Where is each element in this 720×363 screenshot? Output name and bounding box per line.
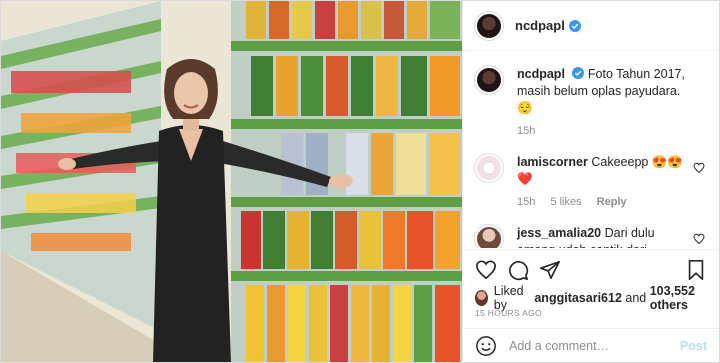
comment-like-heart-icon[interactable] — [693, 233, 705, 245]
comment-username[interactable]: jess_amalia20 — [517, 226, 601, 240]
caption-username[interactable]: ncdpapl — [517, 67, 565, 81]
comment-username[interactable]: lamiscorner — [517, 155, 588, 169]
liker-avatar[interactable] — [475, 290, 488, 306]
caption-avatar[interactable] — [475, 66, 503, 94]
reply-button[interactable]: Reply — [597, 196, 627, 208]
comment-time[interactable]: 15h — [517, 196, 535, 208]
save-bookmark-icon[interactable] — [685, 259, 707, 281]
likes-count[interactable]: 103,552 others — [650, 284, 719, 312]
add-comment-bar: Post — [463, 328, 719, 362]
author-username[interactable]: ncdpapl — [515, 18, 565, 33]
commenter-avatar[interactable] — [475, 225, 503, 248]
caption-row: ncdpapl Foto Tahun 2017, masih belum opl… — [475, 66, 707, 140]
post-timestamp[interactable]: 15 HOURS AGO — [475, 308, 542, 318]
post-comment-button[interactable]: Post — [680, 339, 707, 353]
post-header: ncdpapl — [463, 1, 719, 51]
commenter-avatar[interactable] — [475, 154, 503, 182]
like-heart-icon[interactable] — [475, 259, 497, 281]
comment-row: jess_amalia20 Dari dulu emang udah canti… — [475, 225, 707, 248]
share-paper-plane-icon[interactable] — [539, 259, 561, 281]
liker-username[interactable]: anggitasari612 — [534, 291, 622, 305]
comment-row: lamiscorner Cakeeepp 😍😍❤️ 15h 5 likes Re… — [475, 154, 707, 211]
supermarket-photo — [1, 1, 462, 362]
comment-likes[interactable]: 5 likes — [550, 196, 581, 208]
add-comment-input[interactable] — [509, 338, 679, 353]
emoji-smiley-icon[interactable] — [475, 335, 497, 357]
caption-time[interactable]: 15h — [517, 125, 535, 137]
post-side-panel: ncdpapl ncdpapl Foto Tahun 2017, masih b… — [462, 1, 719, 362]
author-avatar[interactable] — [475, 11, 503, 40]
instagram-post: ncdpapl ncdpapl Foto Tahun 2017, masih b… — [0, 0, 720, 363]
verified-badge-icon — [572, 67, 585, 79]
likes-and-label: and — [625, 291, 647, 305]
comments-list: ncdpapl Foto Tahun 2017, masih belum opl… — [463, 52, 719, 248]
post-photo[interactable] — [1, 1, 462, 362]
comment-bubble-icon[interactable] — [507, 259, 529, 281]
comment-like-heart-icon[interactable] — [693, 162, 705, 174]
verified-badge-icon — [568, 19, 581, 32]
post-actions — [463, 249, 719, 289]
